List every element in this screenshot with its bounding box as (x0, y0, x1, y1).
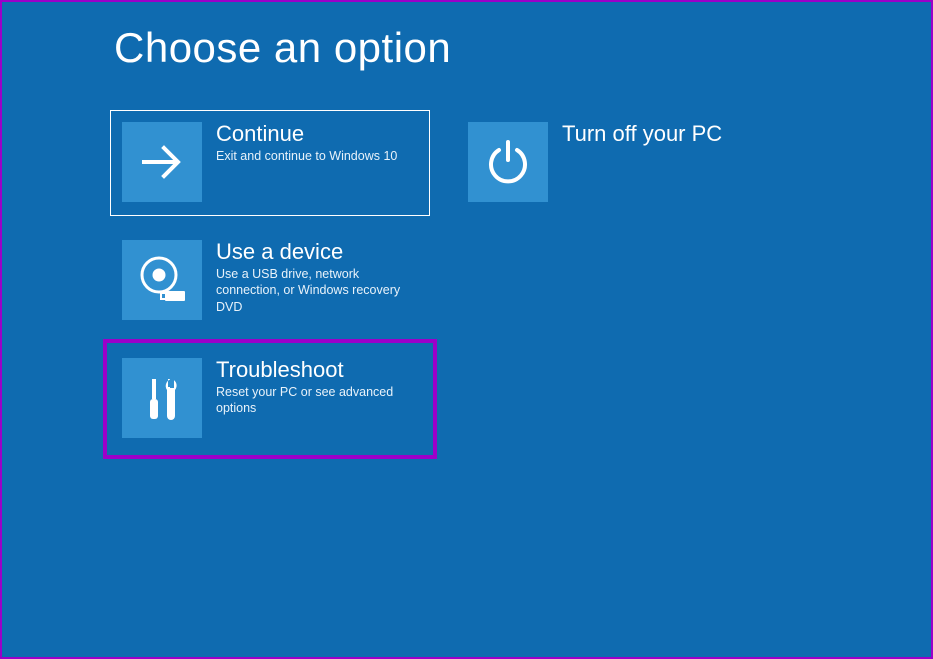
use-device-tile[interactable]: Use a device Use a USB drive, network co… (110, 228, 430, 334)
tile-grid: Continue Exit and continue to Windows 10… (110, 110, 776, 452)
turnoff-title: Turn off your PC (562, 122, 722, 146)
troubleshoot-title: Troubleshoot (216, 358, 424, 382)
continue-title: Continue (216, 122, 397, 146)
continue-tile[interactable]: Continue Exit and continue to Windows 10 (110, 110, 430, 216)
troubleshoot-desc: Reset your PC or see advanced options (216, 384, 424, 417)
disc-usb-icon (122, 240, 202, 320)
use-device-desc: Use a USB drive, network connection, or … (216, 266, 424, 315)
page-title: Choose an option (114, 24, 451, 72)
use-device-title: Use a device (216, 240, 424, 264)
use-device-text: Use a device Use a USB drive, network co… (202, 234, 424, 315)
troubleshoot-text: Troubleshoot Reset your PC or see advanc… (202, 352, 424, 417)
turnoff-tile[interactable]: Turn off your PC (456, 110, 776, 216)
troubleshoot-tile[interactable]: Troubleshoot Reset your PC or see advanc… (110, 346, 430, 452)
tile-row-1: Continue Exit and continue to Windows 10… (110, 110, 776, 216)
continue-text: Continue Exit and continue to Windows 10 (202, 116, 397, 164)
tile-row-3: Troubleshoot Reset your PC or see advanc… (110, 346, 776, 452)
continue-desc: Exit and continue to Windows 10 (216, 148, 397, 164)
tools-icon (122, 358, 202, 438)
power-icon (468, 122, 548, 202)
arrow-right-icon (122, 122, 202, 202)
tile-row-2: Use a device Use a USB drive, network co… (110, 228, 776, 334)
turnoff-text: Turn off your PC (548, 116, 722, 148)
